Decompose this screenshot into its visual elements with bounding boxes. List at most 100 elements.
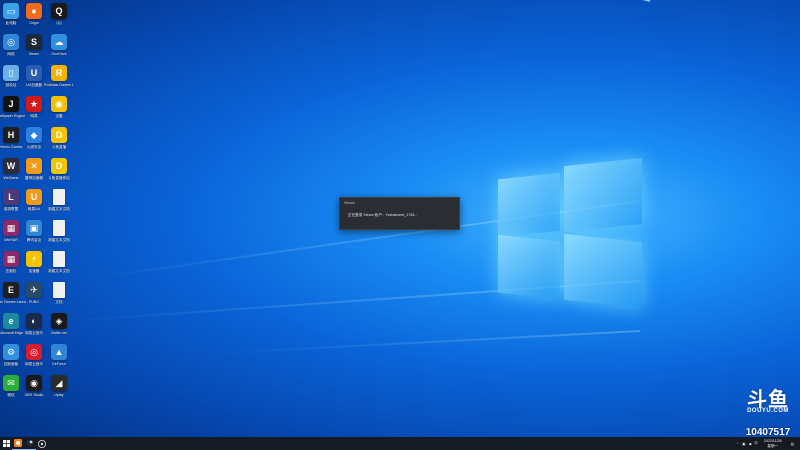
desktop-icon[interactable]: 新建文本文档 xyxy=(47,189,71,219)
desktop-icon-label: QQ xyxy=(56,21,62,25)
desktop-icon[interactable]: ◉ OBS Studio xyxy=(22,375,46,405)
desktop-icon-label: Battle.net xyxy=(51,331,67,335)
desktop-icon[interactable]: ◢ Uplay xyxy=(47,375,71,405)
light-beam xyxy=(220,330,641,354)
desktop-icon-label: 新建文本文档 xyxy=(48,269,70,273)
desktop-icon-label: 斗鱼直播伴侣 xyxy=(48,176,70,180)
windows-logo xyxy=(496,157,644,309)
desktop-icon[interactable]: R Rockstar Games Launcher xyxy=(44,65,74,95)
clock[interactable]: 2022/11/26 星期一 xyxy=(764,439,782,448)
windows-start-icon xyxy=(2,440,10,447)
dialog-title: Steam xyxy=(344,201,355,205)
taskbar-app-steam[interactable] xyxy=(24,437,36,450)
app-icon: W xyxy=(3,158,19,174)
desktop-icon[interactable]: EEpic Games Launcher xyxy=(0,282,26,312)
desktop-icon-label: 新建文本文档 xyxy=(48,238,70,242)
app-icon: E xyxy=(3,282,19,298)
desktop-icon[interactable]: ▦ 压缩包 xyxy=(0,251,23,281)
obs-app-icon xyxy=(38,439,46,448)
taskbar-app-douyu[interactable] xyxy=(12,437,24,450)
app-icon: ▲ xyxy=(51,344,67,360)
app-icon: ◢ xyxy=(51,375,67,391)
app-icon xyxy=(53,189,65,205)
clock-date: 2022/11/26 xyxy=(763,439,782,444)
ime-indicator[interactable]: 中 xyxy=(754,441,758,446)
app-icon: ◎ xyxy=(3,34,19,50)
app-icon xyxy=(53,282,65,298)
desktop-icon[interactable]: ✕ 雷神加速器 xyxy=(22,158,46,188)
app-icon: H xyxy=(3,127,19,143)
desktop-icon[interactable]: ◎ 网易云音乐 xyxy=(22,344,46,374)
desktop-icon[interactable]: ⚡ 加速器 xyxy=(22,251,46,281)
douyu-brand: DOUYU.COM xyxy=(747,408,789,414)
app-icon: ✕ xyxy=(26,158,42,174)
desktop-icon[interactable]: ● Origin xyxy=(22,3,46,33)
desktop-icon-label: Uplay xyxy=(54,393,64,397)
desktop-icon[interactable]: ▣ 腾讯会议 xyxy=(22,220,46,250)
taskbar-app-obs[interactable] xyxy=(36,437,48,450)
system-tray: ⌃ ▣ ◀ 中 2022/11/26 星期一 ▤ xyxy=(736,437,794,450)
desktop-icon[interactable]: D 斗鱼直播伴侣 xyxy=(47,158,71,188)
volume-icon[interactable]: ◀ xyxy=(749,442,752,446)
desktop-icon[interactable]: W WeGame xyxy=(0,158,23,188)
desktop-icon[interactable]: ◉ 迅雷 xyxy=(47,96,71,126)
desktop-icon[interactable]: ◆ 火绒安全 xyxy=(22,127,46,157)
desktop-icon[interactable]: 新建文本文档 xyxy=(47,220,71,250)
desktop-icon-label: Rockstar Games Launcher xyxy=(44,83,74,87)
app-icon: ◉ xyxy=(26,375,42,391)
app-icon: U xyxy=(26,189,42,205)
app-icon: ◐ xyxy=(26,313,42,329)
app-icon: ◉ xyxy=(51,96,67,112)
desktop-icon[interactable]: e Microsoft Edge xyxy=(0,313,23,343)
desktop-icon[interactable]: ▦ WinRAR xyxy=(0,220,23,250)
app-icon: ✈ xyxy=(26,282,42,298)
desktop-icon-label: 新建文本文档 xyxy=(48,207,70,211)
desktop-icon[interactable]: ✉ 微信 xyxy=(0,375,23,405)
desktop-icon[interactable]: L 英雄联盟 xyxy=(0,189,23,219)
desktop-icon[interactable]: ▭ 此电脑 xyxy=(0,3,23,33)
desktop-icon[interactable]: Q QQ xyxy=(47,3,71,33)
app-icon: ☁ xyxy=(51,34,67,50)
douyu-app-icon xyxy=(14,439,22,447)
desktop-icon-label: GeForce xyxy=(52,362,66,366)
app-icon: Q xyxy=(51,3,67,19)
desktop-icon[interactable]: ◎ 网络 xyxy=(0,34,23,64)
app-icon: D xyxy=(51,127,67,143)
app-icon: U xyxy=(26,65,42,81)
app-icon: D xyxy=(51,158,67,174)
steam-login-dialog[interactable]: Steam 正在登录 Steam 帐户：Yozhabomb_1745... xyxy=(339,197,460,230)
desktop-icon-label: 迅雷 xyxy=(55,114,63,118)
taskbar: ⌃ ▣ ◀ 中 2022/11/26 星期一 ▤ xyxy=(0,437,800,450)
desktop-icon[interactable]: H Heroic Games xyxy=(0,127,23,157)
desktop-icon[interactable]: D 斗鱼直播 xyxy=(47,127,71,157)
desktop-icon[interactable]: ★ 网易 xyxy=(22,96,46,126)
dialog-message: 正在登录 Steam 帐户：Yozhabomb_1745... xyxy=(348,213,418,217)
desktop-icon[interactable]: U UU加速器 xyxy=(22,65,46,95)
app-icon: ⚡ xyxy=(26,251,42,267)
desktop-icon[interactable]: ✈ PUBG xyxy=(22,282,46,312)
app-icon: e xyxy=(3,313,19,329)
desktop-icon[interactable]: ⚙ 控制面板 xyxy=(0,344,23,374)
chevron-up-icon[interactable]: ⌃ xyxy=(736,442,739,446)
desktop-icon[interactable]: U 网易UU xyxy=(22,189,46,219)
desktop-icon[interactable]: ▯ 回收站 xyxy=(0,65,23,95)
app-icon xyxy=(53,220,65,236)
app-icon: ★ xyxy=(26,96,42,112)
app-icon: R xyxy=(51,65,67,81)
app-icon xyxy=(53,251,65,267)
start-button[interactable] xyxy=(0,437,12,450)
app-icon: ◎ xyxy=(26,344,42,360)
network-icon[interactable]: ▣ xyxy=(742,442,745,446)
desktop-icon[interactable]: JWallpaper Engine xyxy=(0,96,25,126)
notification-icon[interactable]: ▤ xyxy=(791,442,794,446)
desktop-icon[interactable]: 文档 xyxy=(47,282,71,312)
desktop-icon[interactable]: S Steam xyxy=(22,34,46,64)
app-icon: ▯ xyxy=(3,65,19,81)
desktop-icon[interactable]: 新建文本文档 xyxy=(47,251,71,281)
desktop-icon[interactable]: ◐ 网易云音乐 xyxy=(22,313,46,343)
desktop-icon[interactable]: ☁ OneDrive xyxy=(47,34,71,64)
douyu-watermark: 斗鱼 DOUYU.COM 10407517 xyxy=(742,389,794,438)
app-icon: L xyxy=(3,189,19,205)
desktop-icon[interactable]: ◈ Battle.net xyxy=(47,313,71,343)
desktop-icon[interactable]: ▲ GeForce xyxy=(47,344,71,374)
